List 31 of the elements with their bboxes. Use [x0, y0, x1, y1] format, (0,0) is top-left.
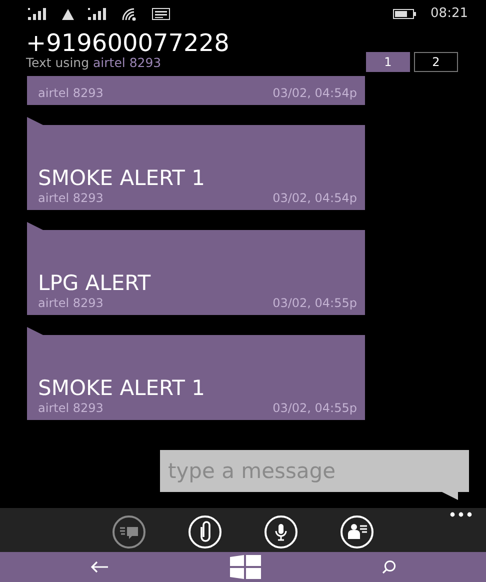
- sim-tab[interactable]: 1: [366, 52, 410, 72]
- message-time: 03/02, 04:55p: [272, 401, 357, 416]
- field-tail: [442, 492, 458, 500]
- sender-label: airtel 8293: [38, 401, 104, 416]
- message-time: 03/02, 04:54p: [272, 191, 357, 206]
- windows-button[interactable]: [230, 555, 260, 579]
- signal-icon: [88, 8, 108, 20]
- back-button[interactable]: [90, 561, 108, 573]
- contact-number: +919600077228: [26, 30, 230, 56]
- microphone-button[interactable]: [264, 515, 298, 549]
- message-text: SMOKE ALERT 1: [38, 165, 206, 191]
- wifi-icon: [122, 8, 138, 20]
- message-time: 03/02, 04:55p: [272, 296, 357, 311]
- sender-label: airtel 8293: [38, 86, 104, 101]
- search-button[interactable]: [382, 560, 396, 574]
- clock-time: 08:21: [430, 5, 468, 24]
- person-button[interactable]: [340, 515, 374, 549]
- sender-label: airtel 8293: [38, 191, 104, 206]
- message-time: 03/02, 04:54p: [272, 86, 357, 101]
- message-text: LPG ALERT: [38, 270, 152, 296]
- message-field[interactable]: type a message: [160, 450, 469, 492]
- sender-label: airtel 8293: [38, 296, 104, 311]
- sim-tab[interactable]: 2: [414, 52, 458, 72]
- battery-icon: [392, 9, 417, 19]
- message-text: SMOKE ALERT 1: [38, 375, 206, 401]
- paperclip-button[interactable]: [188, 515, 222, 549]
- sim-info: Text using airtel 8293: [26, 56, 162, 70]
- message-icon: [152, 8, 170, 20]
- data-icon: [62, 8, 74, 20]
- more-icon[interactable]: [450, 512, 472, 517]
- signal-icon: [28, 8, 48, 20]
